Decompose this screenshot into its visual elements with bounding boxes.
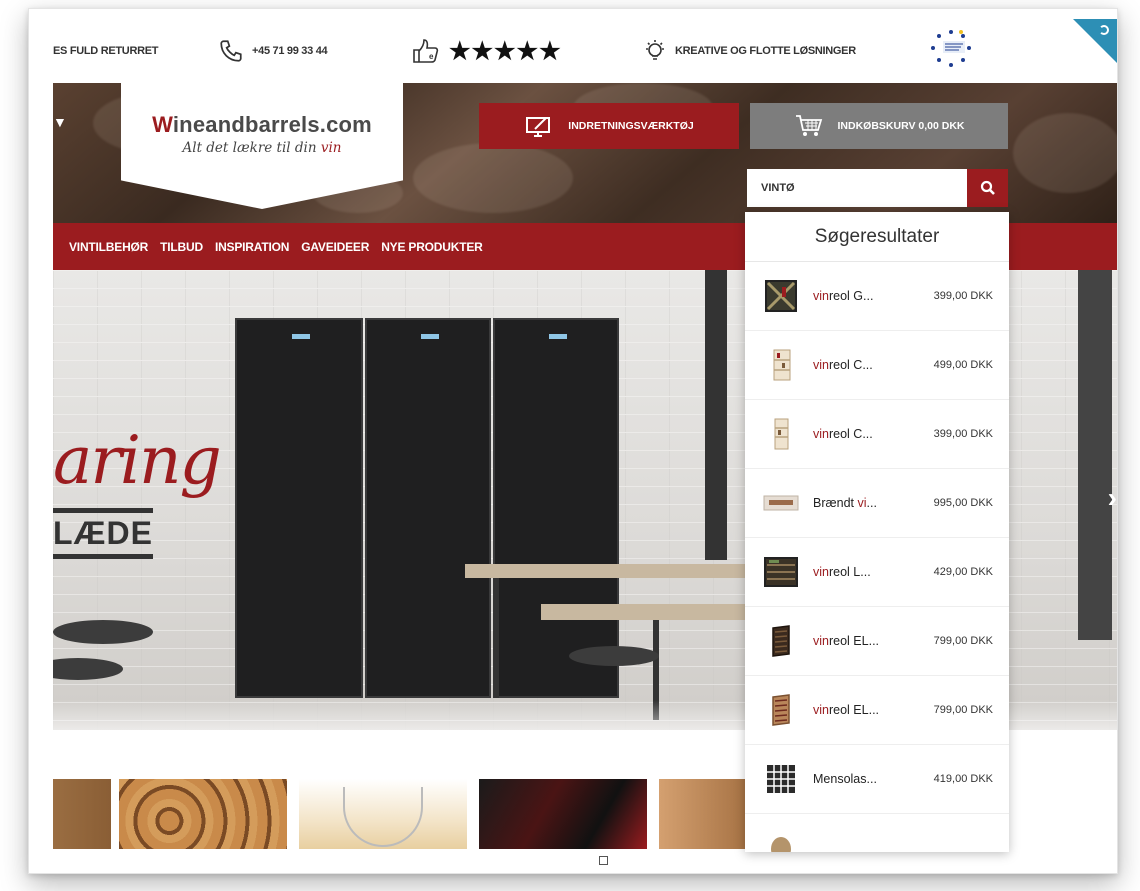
search-result-item[interactable]: Brændt vi... 995,00 DKK [745, 469, 1009, 538]
search-result-item[interactable]: vinreol C... 499,00 DKK [745, 331, 1009, 400]
search-result-item[interactable]: vinreol L... 429,00 DKK [745, 538, 1009, 607]
search-results-dropdown: Søgeresultater vinreol G... 399,00 DKK v… [745, 212, 1009, 852]
wine-glass [343, 787, 423, 847]
scroll-indicator[interactable] [599, 856, 608, 865]
bar-stool [569, 646, 659, 666]
search-button[interactable] [967, 169, 1008, 207]
hero-title: LÆDE [53, 508, 153, 559]
result-price: 995,00 DKK [933, 497, 993, 509]
search-icon [980, 180, 995, 195]
returns-text: ES FULD RETURRET [53, 45, 159, 57]
hero-window-frame [705, 270, 727, 560]
table-leg [493, 578, 499, 698]
ideas-text: KREATIVE OG FLOTTE LØSNINGER [675, 45, 856, 57]
search-result-item[interactable]: vinreol G... 399,00 DKK [745, 262, 1009, 331]
phone-contact[interactable]: +45 71 99 33 44 [218, 19, 328, 83]
hero-window-frame [1078, 270, 1112, 640]
cabinet-display [420, 334, 439, 339]
cabinet-display [291, 334, 310, 339]
cart-label: INDKØBSKURV 0,00 DKK [837, 120, 965, 132]
lightbulb-icon [646, 40, 664, 60]
ideas-notice: KREATIVE OG FLOTTE LØSNINGER [643, 19, 856, 83]
browser-frame: ES FULD RETURRET +45 71 99 33 44 e ★★★★★… [28, 8, 1118, 874]
returns-notice: ES FULD RETURRET [53, 19, 159, 83]
rating-block: e ★★★★★ [411, 19, 562, 83]
nav-item-inspiration[interactable]: INSPIRATION [215, 240, 289, 254]
design-tool-label: INDRETNINGSVÆRKTØJ [568, 120, 694, 132]
search-result-item[interactable]: vinreol EL... 799,00 DKK [745, 676, 1009, 745]
stone-texture [413, 143, 573, 213]
search-results-title: Søgeresultater [745, 212, 1009, 262]
result-price: 429,00 DKK [933, 566, 993, 578]
cart-button[interactable]: INDKØBSKURV 0,00 DKK [750, 103, 1008, 149]
search-result-item-partial[interactable] [745, 814, 1009, 852]
nav-item-vintilbehor[interactable]: VINTILBEHØR [69, 240, 148, 254]
product-thumbnail [763, 623, 799, 659]
result-price: 799,00 DKK [933, 635, 993, 647]
design-tool-button[interactable]: INDRETNINGSVÆRKTØJ [479, 103, 739, 149]
search-result-item[interactable]: Mensolas... 419,00 DKK [745, 745, 1009, 814]
result-name: vinreol L... [813, 565, 871, 579]
phone-icon [220, 40, 242, 62]
wine-cabinet [493, 318, 619, 698]
product-thumbnail [763, 416, 799, 452]
top-info-bar: ES FULD RETURRET +45 71 99 33 44 e ★★★★★… [53, 19, 1117, 83]
menu-dropdown-caret[interactable]: ▼ [53, 114, 67, 130]
nav-item-tilbud[interactable]: TILBUD [160, 240, 203, 254]
result-price: 399,00 DKK [933, 290, 993, 302]
category-thumbnail[interactable] [659, 779, 759, 849]
category-thumbnail[interactable] [479, 779, 647, 849]
site-header: ▼ Wineandbarrels.com Alt det lækre til d… [53, 83, 1117, 223]
corner-badge[interactable] [1073, 19, 1117, 63]
result-price: 399,00 DKK [933, 428, 993, 440]
result-price: 799,00 DKK [933, 704, 993, 716]
logo-name: Wineandbarrels.com [152, 112, 372, 137]
result-name: vinreol C... [813, 358, 873, 372]
result-price: 419,00 DKK [933, 773, 993, 785]
product-thumbnail [763, 830, 799, 852]
thumbs-up-icon: e [413, 39, 439, 63]
product-thumbnail [763, 554, 799, 590]
category-thumbnail[interactable] [53, 779, 111, 849]
product-thumbnail [763, 485, 799, 521]
product-thumbnail [763, 278, 799, 314]
shopping-cart-icon [795, 115, 822, 136]
result-price: 499,00 DKK [933, 359, 993, 371]
phone-number[interactable]: +45 71 99 33 44 [252, 45, 328, 57]
search-result-item[interactable]: vinreol C... 399,00 DKK [745, 400, 1009, 469]
result-name: Mensolas... [813, 772, 877, 786]
search-result-item[interactable]: vinreol EL... 799,00 DKK [745, 607, 1009, 676]
chevron-right-icon[interactable]: › [1108, 482, 1117, 514]
hero-script-text: aring [53, 422, 222, 499]
cabinet-display [548, 334, 567, 339]
stone-texture [1013, 113, 1117, 193]
corner-badge-icon [1099, 25, 1109, 35]
product-thumbnail [763, 692, 799, 728]
star-rating: ★★★★★ [449, 37, 562, 65]
result-name: vinreol EL... [813, 634, 880, 648]
search-input[interactable] [747, 169, 967, 207]
product-thumbnail [763, 761, 799, 797]
wine-cabinet [235, 318, 363, 698]
monitor-edit-icon [526, 117, 551, 137]
wine-cabinet [365, 318, 491, 698]
ecommerce-europe-badge[interactable] [919, 27, 983, 73]
logo-tagline: Alt det lækre til din vin [182, 140, 342, 156]
page-content: ES FULD RETURRET +45 71 99 33 44 e ★★★★★… [53, 19, 1117, 873]
result-name: vinreol EL... [813, 703, 880, 717]
nav-item-nye-produkter[interactable]: NYE PRODUKTER [381, 240, 483, 254]
category-thumbnail[interactable] [299, 779, 467, 849]
category-thumbnail[interactable] [119, 779, 287, 849]
nav-item-gaveideer[interactable]: GAVEIDEER [301, 240, 369, 254]
result-name: vinreol C... [813, 427, 873, 441]
result-name: Brændt vi... [813, 496, 877, 510]
result-name: vinreol G... [813, 289, 874, 303]
bar-stool [53, 620, 153, 644]
svg-text:e: e [429, 52, 434, 61]
product-thumbnail [763, 347, 799, 383]
